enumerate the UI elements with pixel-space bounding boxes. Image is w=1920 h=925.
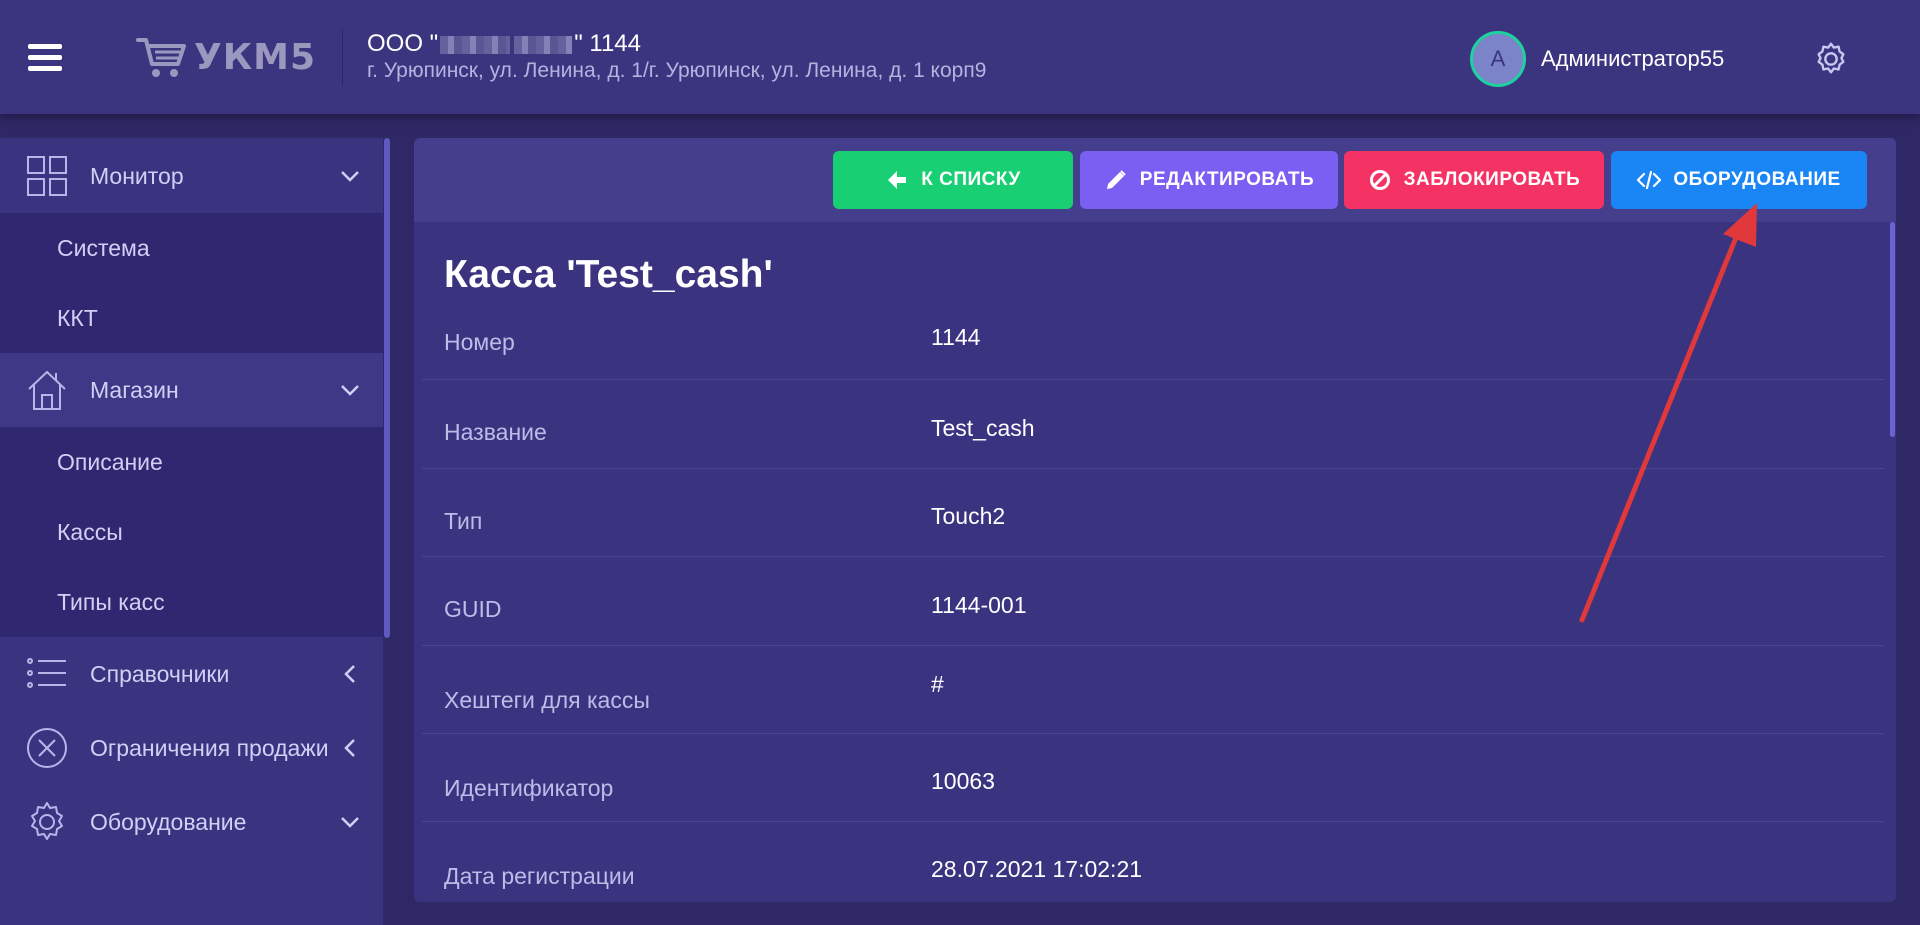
sidebar-group-label: Оборудование bbox=[90, 808, 247, 835]
detail-label: Дата регистрации bbox=[444, 863, 635, 889]
block-icon bbox=[1369, 170, 1390, 190]
submenu-monitor: Система ККТ bbox=[0, 213, 383, 353]
detail-row-hashtags: Хештеги для кассы # bbox=[422, 645, 1884, 734]
sidebar-scrollbar[interactable] bbox=[384, 138, 390, 638]
sidebar-item-system[interactable]: Система bbox=[0, 213, 383, 283]
chevron-down-icon bbox=[341, 171, 359, 182]
sidebar-group-label: Справочники bbox=[90, 660, 230, 687]
header-divider bbox=[342, 30, 343, 86]
sidebar-group-label: Ограничения продажи bbox=[90, 734, 329, 761]
block-button[interactable]: ЗАБЛОКИРОВАТЬ bbox=[1344, 151, 1604, 209]
detail-label: Название bbox=[444, 419, 547, 445]
organization-info: ООО " " 1144 г. Урюпинск, ул. Ленина, д. … bbox=[367, 30, 986, 84]
org-suffix: " 1144 bbox=[574, 30, 641, 57]
detail-value: # bbox=[931, 671, 944, 697]
detail-label: Хештеги для кассы bbox=[444, 687, 650, 713]
detail-label: Идентификатор bbox=[444, 775, 614, 801]
sidebar-group-monitor[interactable]: Монитор bbox=[0, 139, 383, 213]
sidebar: Монитор Система ККТ Магазин Описание Кас… bbox=[0, 138, 383, 925]
pencil-icon bbox=[1106, 170, 1126, 189]
sidebar-item-register-types[interactable]: Типы касс bbox=[0, 567, 383, 637]
detail-row-type: Тип Touch2 bbox=[422, 468, 1884, 557]
house-icon bbox=[28, 370, 66, 410]
edit-button[interactable]: РЕДАКТИРОВАТЬ bbox=[1080, 151, 1338, 209]
detail-value: Test_cash bbox=[931, 415, 1035, 441]
organization-address: г. Урюпинск, ул. Ленина, д. 1/г. Урюпинс… bbox=[367, 59, 987, 82]
submenu-shop: Описание Кассы Типы касс bbox=[0, 427, 383, 637]
chevron-down-icon bbox=[341, 385, 359, 396]
sidebar-item-kkt[interactable]: ККТ bbox=[0, 283, 383, 353]
code-icon bbox=[1637, 170, 1662, 190]
sidebar-item-cash-registers[interactable]: Кассы bbox=[0, 497, 383, 567]
top-header: УКМ5 ООО " " 1144 г. Урюпинск, ул. Ленина… bbox=[0, 0, 1920, 114]
detail-label: Номер bbox=[444, 329, 515, 355]
sidebar-group-references[interactable]: Справочники bbox=[0, 637, 383, 711]
sidebar-group-label: Монитор bbox=[90, 162, 184, 189]
page-title: Касса 'Test_cash' bbox=[444, 253, 773, 296]
detail-label: Тип bbox=[444, 508, 483, 534]
hamburger-menu-icon[interactable] bbox=[28, 44, 62, 72]
edit-label: РЕДАКТИРОВАТЬ bbox=[1139, 169, 1315, 190]
logo-text: УКМ5 bbox=[194, 36, 317, 78]
blurred-org-name-2 bbox=[514, 35, 573, 54]
detail-row-name: Название Test_cash bbox=[422, 379, 1884, 469]
detail-label: GUID bbox=[444, 596, 502, 622]
chevron-left-icon bbox=[344, 739, 355, 757]
grid-icon bbox=[27, 156, 67, 196]
chevron-left-icon bbox=[344, 665, 355, 683]
app-logo[interactable]: УКМ5 bbox=[136, 34, 316, 80]
detail-row-number: Номер 1144 bbox=[422, 298, 1884, 380]
block-label: ЗАБЛОКИРОВАТЬ bbox=[1403, 169, 1581, 190]
card-scrollbar[interactable] bbox=[1890, 222, 1895, 437]
detail-value: 10063 bbox=[931, 768, 995, 794]
organization-name: ООО " " 1144 bbox=[367, 30, 986, 58]
back-to-list-label: К СПИСКУ bbox=[921, 169, 1021, 190]
sidebar-group-sale-restrictions[interactable]: Ограничения продажи bbox=[0, 711, 383, 785]
equipment-label: ОБОРУДОВАНИЕ bbox=[1673, 169, 1841, 190]
sidebar-group-shop[interactable]: Магазин bbox=[0, 353, 383, 427]
detail-value: Touch2 bbox=[931, 503, 1006, 529]
org-prefix: ООО " bbox=[367, 30, 439, 57]
equipment-button[interactable]: ОБОРУДОВАНИЕ bbox=[1611, 151, 1867, 209]
chevron-down-icon bbox=[341, 817, 359, 828]
detail-row-registration-date: Дата регистрации 28.07.2021 17:02:21 bbox=[422, 821, 1884, 902]
detail-value: 28.07.2021 17:02:21 bbox=[931, 856, 1143, 882]
back-to-list-button[interactable]: К СПИСКУ bbox=[833, 151, 1073, 209]
arrow-left-icon bbox=[888, 171, 907, 189]
detail-row-identifier: Идентификатор 10063 bbox=[422, 733, 1884, 822]
blurred-org-name bbox=[440, 35, 511, 54]
username[interactable]: Администратор55 bbox=[1541, 46, 1724, 72]
sidebar-group-equipment[interactable]: Оборудование bbox=[0, 785, 383, 859]
list-icon bbox=[27, 658, 66, 688]
detail-row-guid: GUID 1144-001 bbox=[422, 556, 1884, 646]
sidebar-group-label: Магазин bbox=[90, 376, 179, 403]
circle-x-icon bbox=[27, 728, 67, 768]
avatar[interactable]: A bbox=[1470, 31, 1526, 87]
gear-icon bbox=[31, 802, 63, 840]
cart-icon bbox=[136, 38, 186, 77]
detail-value: 1144 bbox=[931, 324, 981, 350]
settings-gear-icon[interactable] bbox=[1812, 40, 1850, 78]
sidebar-item-description[interactable]: Описание bbox=[0, 427, 383, 497]
register-details-card: К СПИСКУ РЕДАКТИРОВАТЬ ЗАБЛОКИРОВАТЬ ОБО… bbox=[414, 138, 1896, 902]
card-toolbar: К СПИСКУ РЕДАКТИРОВАТЬ ЗАБЛОКИРОВАТЬ ОБО… bbox=[414, 138, 1896, 222]
detail-value: 1144-001 bbox=[931, 592, 1027, 618]
